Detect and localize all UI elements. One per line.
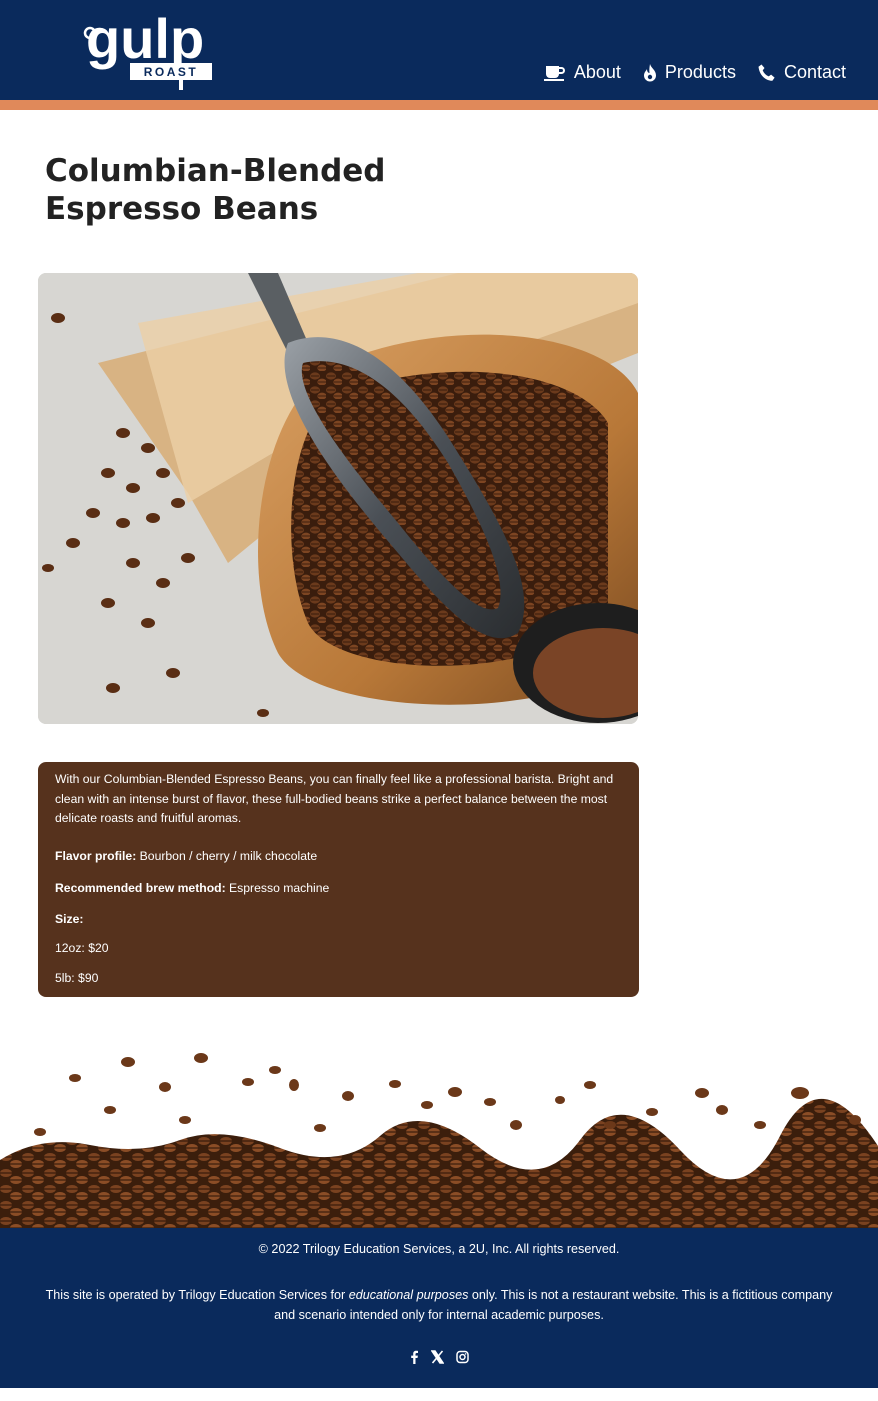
logo-subtext: ROAST: [144, 65, 199, 79]
site-header: gulp ROAST About Products Contact: [0, 0, 878, 110]
main-nav: About Products Contact: [543, 62, 846, 83]
phone-icon: [758, 64, 775, 81]
x-icon[interactable]: [430, 1350, 445, 1367]
flavor-profile-value: Bourbon / cherry / milk chocolate: [139, 848, 318, 863]
nav-contact-label: Contact: [783, 62, 846, 82]
social-links: [0, 1350, 878, 1367]
nav-products[interactable]: Products: [643, 62, 736, 83]
nav-contact[interactable]: Contact: [758, 62, 846, 83]
coffee-beans-photo: [38, 273, 638, 724]
copyright-text: © 2022 Trilogy Education Services, a 2U,…: [258, 1242, 620, 1256]
instagram-icon[interactable]: [456, 1350, 469, 1367]
coffee-beans-banner: [0, 1040, 878, 1230]
product-image: [38, 273, 638, 724]
product-title: Columbian-Blended Espresso Beans: [45, 153, 386, 227]
coffee-cup-icon: [543, 65, 565, 81]
flavor-profile-label: Flavor profile:: [55, 848, 137, 863]
product-description: With our Columbian-Blended Espresso Bean…: [55, 772, 614, 825]
nav-about[interactable]: About: [543, 62, 621, 83]
size-option-5lb: 5lb: $90: [55, 970, 99, 985]
nav-products-label: Products: [664, 62, 736, 82]
flavor-profile: Flavor profile: Bourbon / cherry / milk …: [55, 847, 623, 867]
nav-about-label: About: [573, 62, 621, 82]
site-logo[interactable]: gulp ROAST: [80, 7, 215, 92]
logo-icon: gulp ROAST: [83, 7, 212, 90]
disclaimer-text: This site is operated by Trilogy Educati…: [45, 1288, 833, 1322]
brew-method-label: Recommended brew method:: [55, 881, 226, 895]
flame-icon: [643, 63, 656, 81]
disclaimer-emphasis: educational purposes: [348, 1288, 469, 1302]
size-label: Size:: [55, 911, 84, 926]
brew-method-value: Espresso machine: [229, 881, 330, 895]
facebook-icon[interactable]: [409, 1350, 419, 1367]
beans-banner-image: [0, 1053, 878, 1230]
product-description-panel: With our Columbian-Blended Espresso Bean…: [38, 762, 639, 997]
site-footer: © 2022 Trilogy Education Services, a 2U,…: [0, 1228, 878, 1388]
logo-text: gulp: [86, 8, 204, 70]
brew-method: Recommended brew method: Espresso machin…: [55, 879, 623, 899]
size-option-12oz: 12oz: $20: [55, 941, 109, 955]
